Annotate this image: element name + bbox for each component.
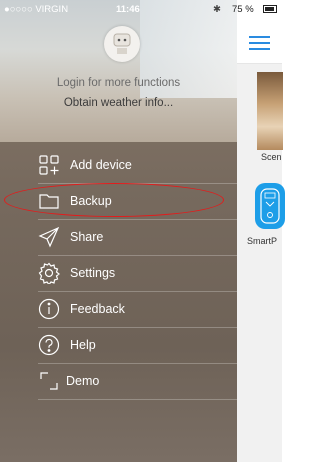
main-view	[237, 0, 283, 462]
menu-item-settings[interactable]: Settings	[0, 256, 237, 292]
smart-label: SmartP	[247, 236, 278, 246]
scene-label: Scen	[261, 152, 282, 162]
drawer-header: Login for more functions Obtain weather …	[0, 0, 237, 142]
status-bar: ●○○○○ VIRGIN 11:46 ✱ 75 %	[0, 0, 282, 20]
info-icon	[38, 298, 60, 320]
share-icon	[38, 226, 60, 248]
add-device-icon	[38, 154, 60, 176]
menu-item-share[interactable]: Share	[0, 220, 237, 256]
menu-icon[interactable]	[249, 36, 270, 50]
menu-item-demo[interactable]: Demo	[0, 364, 237, 400]
menu-item-label: Settings	[70, 266, 116, 280]
scene-image	[257, 72, 283, 150]
avatar[interactable]	[104, 26, 140, 62]
menu-item-label: Demo	[66, 374, 100, 388]
menu-item-label: Help	[70, 338, 96, 352]
menu-item-label: Share	[70, 230, 104, 244]
divider	[38, 399, 237, 400]
highlight-ellipse	[4, 183, 224, 217]
weather-status: Obtain weather info...	[63, 97, 174, 109]
clock: 11:46	[116, 4, 140, 15]
side-drawer: Login for more functions Obtain weather …	[0, 0, 237, 462]
scene-card[interactable]	[257, 72, 283, 150]
demo-icon	[38, 370, 60, 392]
carrier-signal: ●○○○○ VIRGIN	[4, 4, 69, 15]
gear-icon	[38, 262, 60, 286]
help-icon	[38, 334, 60, 356]
menu-item-label: Feedback	[70, 302, 125, 316]
menu-item-add-device[interactable]: Add device	[0, 148, 237, 184]
login-prompt[interactable]: Login for more functions	[0, 77, 237, 89]
battery-percentage: 75 %	[232, 4, 254, 15]
menu-item-feedback[interactable]: Feedback	[0, 292, 237, 328]
menu-item-help[interactable]: Help	[0, 328, 237, 364]
bluetooth-icon: ✱	[213, 4, 221, 15]
battery-icon	[263, 5, 277, 13]
menu-item-label: Add device	[70, 158, 132, 172]
smart-plug-icon[interactable]	[255, 183, 285, 229]
